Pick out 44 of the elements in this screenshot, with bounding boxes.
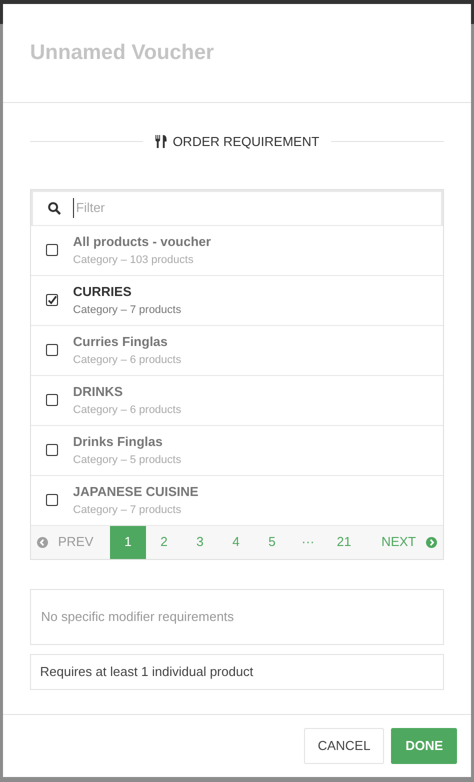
product-name: Curries Finglas xyxy=(73,333,169,351)
page-button[interactable]: 21 xyxy=(326,526,362,558)
requirement-note: Requires at least 1 individual product xyxy=(40,662,254,681)
product-detail: Category – 6 products xyxy=(73,352,182,368)
checkbox[interactable] xyxy=(46,294,58,306)
product-detail: Category – 103 products xyxy=(73,252,194,268)
product-row[interactable]: Drinks Finglas Category – 5 products xyxy=(31,426,443,476)
filter-field[interactable]: Filter xyxy=(31,190,443,226)
section-heading: ORDER REQUIREMENT xyxy=(172,133,320,151)
page-button[interactable]: 3 xyxy=(182,526,218,558)
checkbox[interactable] xyxy=(46,244,58,256)
product-detail: Category – 5 products xyxy=(73,452,182,468)
product-detail: Category – 7 products xyxy=(73,302,182,318)
checkbox[interactable] xyxy=(46,394,58,406)
dialog-title: Unnamed Voucher xyxy=(30,40,214,66)
product-name: Drinks Finglas xyxy=(73,433,164,451)
product-row[interactable]: DRINKS Category – 6 products xyxy=(31,376,443,426)
next-button[interactable]: NEXT xyxy=(362,526,443,558)
product-name: DRINKS xyxy=(73,383,124,401)
product-detail: Category – 6 products xyxy=(73,402,182,418)
checkbox[interactable] xyxy=(46,444,58,456)
product-name: CURRIES xyxy=(73,283,133,301)
product-detail: Category – 7 products xyxy=(73,502,182,518)
product-name: All products - voucher xyxy=(73,233,211,251)
product-row[interactable]: Curries Finglas Category – 6 products xyxy=(31,326,443,376)
fork-knife-icon xyxy=(154,135,167,148)
modifier-note: No specific modifier requirements xyxy=(41,608,234,626)
filter-input[interactable]: Filter xyxy=(73,198,426,218)
page-button[interactable]: 2 xyxy=(146,526,182,558)
product-name: JAPANESE CUISINE xyxy=(73,483,198,501)
check-icon xyxy=(47,294,57,306)
page-button[interactable]: 4 xyxy=(218,526,254,558)
page-button[interactable]: ··· xyxy=(290,526,326,558)
done-button[interactable]: DONE xyxy=(391,728,457,764)
checkbox[interactable] xyxy=(46,344,58,356)
product-row[interactable]: All products - voucher Category – 103 products xyxy=(31,226,443,276)
checkbox[interactable] xyxy=(46,494,58,506)
page-button[interactable]: 5 xyxy=(254,526,290,558)
chevron-right-circle-icon xyxy=(426,536,437,548)
chevron-left-circle-icon xyxy=(37,536,48,548)
page-button[interactable]: 1 xyxy=(110,526,146,558)
search-icon xyxy=(48,202,61,214)
product-row[interactable]: CURRIES Category – 7 products xyxy=(31,276,443,326)
cancel-button[interactable]: CANCEL xyxy=(304,728,384,764)
